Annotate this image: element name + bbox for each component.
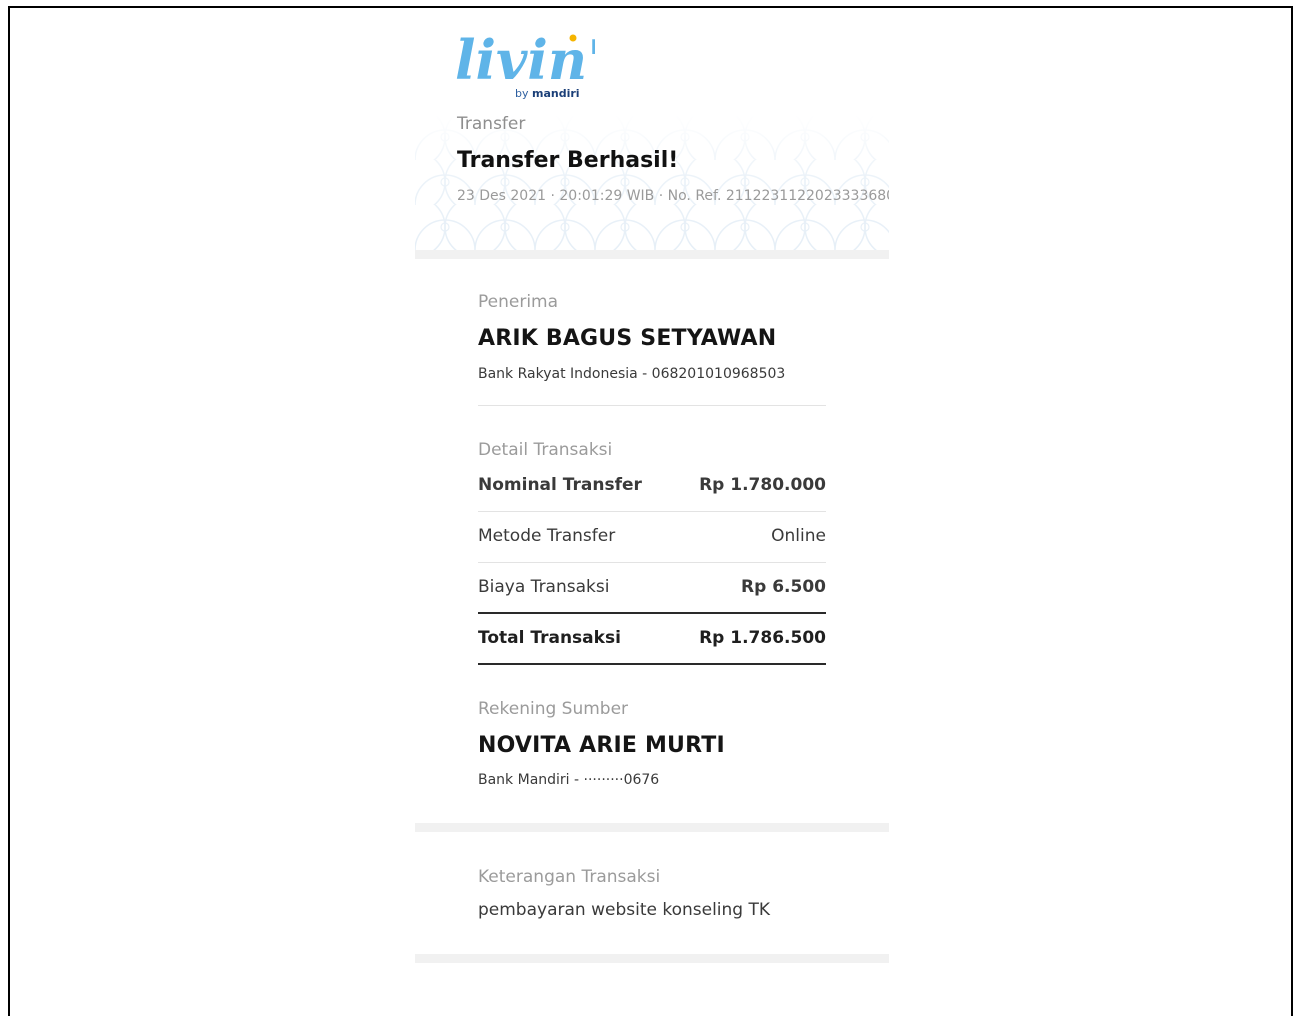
details-label: Detail Transaksi <box>478 440 613 460</box>
recipient-bank-wrap: Bank Rakyat Indonesia - 068201010968503 <box>478 366 826 382</box>
divider <box>478 612 826 614</box>
source-name: NOVITA ARIE MURTI <box>478 733 725 758</box>
recipient-name: ARIK BAGUS SETYAWAN <box>478 326 777 351</box>
section-divider-band <box>415 823 889 832</box>
logo-by: by <box>515 87 529 100</box>
note-text: pembayaran website konseling TK <box>478 900 771 920</box>
recipient-section: Penerima <box>478 292 826 312</box>
detail-row-label: Nominal Transfer <box>478 475 642 495</box>
note-label: Keterangan Transaksi <box>478 867 661 887</box>
transfer-receipt: livin' by mandiri Transfer Transfer Berh… <box>415 20 889 980</box>
detail-row-value: Rp 6.500 <box>741 577 826 597</box>
source-bank: Bank Mandiri - ·········0676 <box>478 772 660 788</box>
decorative-pattern <box>415 115 889 250</box>
transaction-meta: 23 Des 2021 · 20:01:29 WIB · No. Ref. 21… <box>457 188 889 204</box>
total-label: Total Transaksi <box>478 628 621 648</box>
section-divider-band <box>415 954 889 963</box>
note-label-wrap: Keterangan Transaksi <box>478 867 826 887</box>
detail-row-total: Total Transaksi Rp 1.786.500 <box>478 625 826 651</box>
detail-row-value: Online <box>771 526 826 546</box>
page-title: Transfer Berhasil! <box>457 148 679 173</box>
divider <box>478 405 826 406</box>
logo-subtitle: by mandiri <box>515 87 580 100</box>
divider <box>478 562 826 563</box>
recipient-bank: Bank Rakyat Indonesia - 068201010968503 <box>478 366 786 382</box>
logo-mandiri: mandiri <box>532 87 580 100</box>
detail-row-label: Biaya Transaksi <box>478 577 610 597</box>
divider <box>478 663 826 665</box>
detail-row-nominal: Nominal Transfer Rp 1.780.000 <box>478 472 826 498</box>
source-label-wrap: Rekening Sumber <box>478 699 826 719</box>
detail-row-fee: Biaya Transaksi Rp 6.500 <box>478 574 826 600</box>
detail-row-value: Rp 1.780.000 <box>699 475 826 495</box>
section-divider-band <box>415 250 889 259</box>
header-label: Transfer <box>457 114 526 134</box>
source-bank-wrap: Bank Mandiri - ·········0676 <box>478 772 826 788</box>
details-label-wrap: Detail Transaksi <box>478 440 826 460</box>
divider <box>478 511 826 512</box>
recipient-label: Penerima <box>478 292 559 312</box>
receipt-header: livin' by mandiri Transfer Transfer Berh… <box>415 20 889 250</box>
recipient-name-wrap: ARIK BAGUS SETYAWAN <box>478 326 826 351</box>
source-name-wrap: NOVITA ARIE MURTI <box>478 733 826 758</box>
livin-logo-icon: livin' <box>455 28 595 92</box>
source-label: Rekening Sumber <box>478 699 629 719</box>
total-value: Rp 1.786.500 <box>699 628 826 648</box>
detail-row-label: Metode Transfer <box>478 526 616 546</box>
detail-row-method: Metode Transfer Online <box>478 523 826 549</box>
note-text-wrap: pembayaran website konseling TK <box>478 900 826 920</box>
